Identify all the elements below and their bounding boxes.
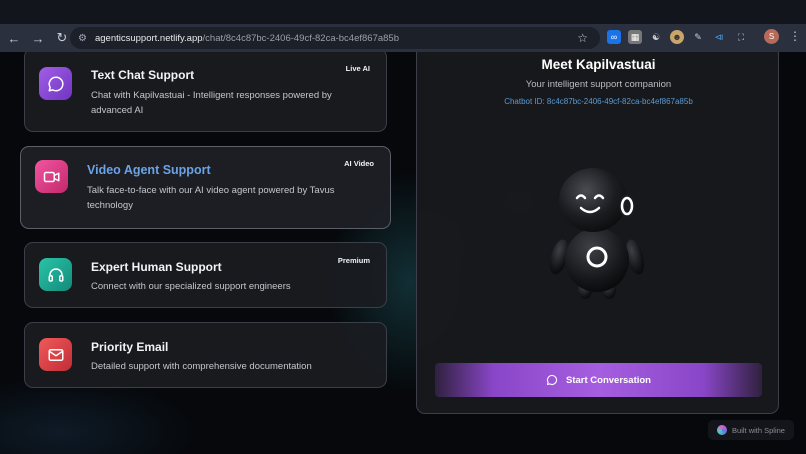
- card-description: Detailed support with comprehensive docu…: [91, 361, 312, 372]
- page-content: Text Chat Support Chat with Kapilvastuai…: [0, 52, 806, 454]
- back-icon[interactable]: ←: [3, 27, 25, 49]
- forward-icon[interactable]: →: [27, 27, 49, 49]
- card-video-agent[interactable]: Video Agent Support Talk face-to-face wi…: [20, 146, 391, 229]
- tab-strip: [0, 0, 806, 24]
- robot-mascot-icon: [549, 168, 645, 299]
- spline-logo-icon: [717, 425, 728, 435]
- extensions-puzzle-icon[interactable]: ⛶: [734, 30, 748, 44]
- card-description: Chat with Kapilvastuai - Intelligent res…: [91, 90, 332, 116]
- card-badge: Premium: [337, 256, 370, 265]
- card-human-support[interactable]: Expert Human Support Connect with our sp…: [24, 242, 387, 308]
- profile-avatar[interactable]: S: [764, 29, 779, 44]
- bookmark-star-icon[interactable]: ☆: [577, 31, 588, 45]
- address-bar[interactable]: ⚙ agenticsupport.netlify.app /chat/8c4c8…: [70, 27, 600, 49]
- extension-1-icon[interactable]: ∞: [607, 30, 621, 44]
- video-camera-icon: [35, 160, 68, 193]
- headphones-icon: [39, 258, 72, 291]
- start-conversation-button[interactable]: Start Conversation: [435, 363, 762, 397]
- extension-5-icon[interactable]: ✎: [691, 30, 705, 44]
- browser-menu-icon[interactable]: ⋮: [789, 29, 801, 43]
- chat-bubble-icon: [39, 67, 72, 100]
- assistant-panel: Meet Kapilvastuai Your intelligent suppo…: [416, 52, 779, 414]
- built-with-label: Built with Spline: [732, 425, 785, 435]
- browser-toolbar: ← → ↻ ⚙ agenticsupport.netlify.app /chat…: [0, 24, 806, 52]
- extension-6-icon[interactable]: ⧏: [712, 30, 726, 44]
- start-conversation-label: Start Conversation: [566, 374, 651, 386]
- extension-3-icon[interactable]: ☯: [649, 30, 663, 44]
- chatbot-id: Chatbot ID: 8c4c87bc-2406-49cf-82ca-bc4e…: [504, 97, 693, 106]
- site-settings-icon[interactable]: ⚙: [78, 33, 87, 44]
- card-text-chat[interactable]: Text Chat Support Chat with Kapilvastuai…: [24, 52, 387, 132]
- card-description: Connect with our specialized support eng…: [91, 281, 291, 292]
- mail-icon: [39, 338, 72, 371]
- panel-subtitle: Your intelligent support companion: [525, 79, 672, 90]
- card-badge: Live AI: [345, 64, 370, 73]
- card-description: Talk face-to-face with our AI video agen…: [87, 185, 335, 211]
- card-title: Expert Human Support: [91, 260, 222, 274]
- card-title: Text Chat Support: [91, 68, 195, 82]
- card-badge: AI Video: [344, 159, 374, 168]
- url-path: /chat/8c4c87bc-2406-49cf-82ca-bc4ef867a8…: [202, 32, 400, 44]
- card-title: Priority Email: [91, 340, 169, 354]
- card-title: Video Agent Support: [87, 163, 211, 177]
- panel-title: Meet Kapilvastuai: [541, 57, 656, 72]
- built-with-spline-badge[interactable]: Built with Spline: [708, 420, 794, 440]
- extension-2-icon[interactable]: ▦: [628, 30, 642, 44]
- browser-chrome: ← → ↻ ⚙ agenticsupport.netlify.app /chat…: [0, 0, 806, 52]
- url-host: agenticsupport.netlify.app: [94, 32, 203, 44]
- extension-4-icon[interactable]: ☻: [670, 30, 684, 44]
- chat-bubble-icon: [546, 374, 558, 386]
- card-priority-email[interactable]: Priority Email Detailed support with com…: [24, 322, 387, 388]
